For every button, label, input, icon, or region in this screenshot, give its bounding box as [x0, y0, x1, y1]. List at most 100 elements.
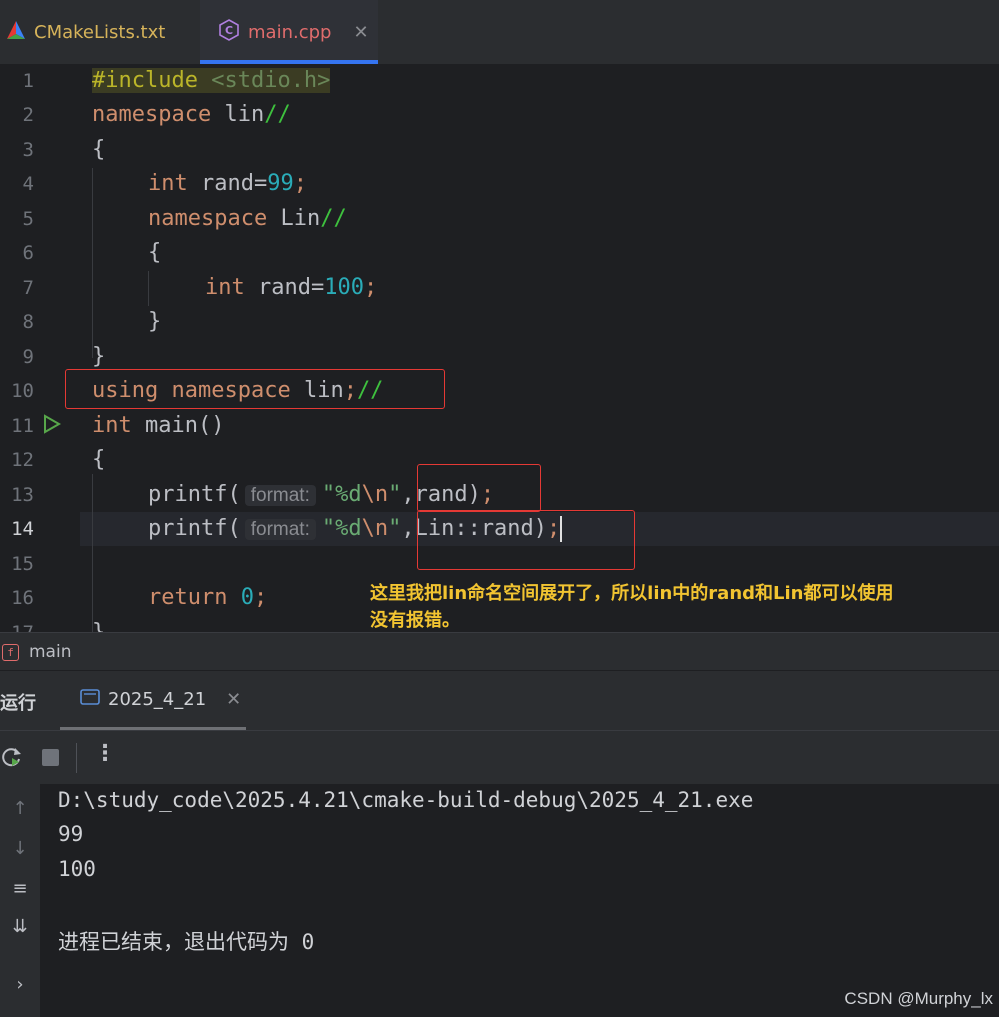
tab-label: main.cpp	[248, 21, 332, 43]
scroll-up-icon[interactable]: ↑	[0, 798, 40, 819]
escape-sequence: \n	[361, 482, 389, 507]
scroll-to-end-icon[interactable]: ⇊	[0, 916, 40, 937]
code-line-12: {	[92, 447, 106, 472]
parameter-hint: format:	[244, 485, 316, 506]
code-editor[interactable]: 1 2 3 4 5 6 7 8 9 10 11 12 13 14 15 16 1…	[0, 64, 999, 632]
code-line-3: {	[92, 137, 106, 162]
semicolon: ;	[293, 171, 307, 196]
identifier: Lin	[267, 206, 321, 231]
line-number: 11	[11, 415, 34, 437]
console-output[interactable]: D:\study_code\2025.4.21\cmake-build-debu…	[40, 784, 999, 1017]
toolbar-divider	[76, 743, 77, 773]
console-line: D:\study_code\2025.4.21\cmake-build-debu…	[58, 788, 754, 812]
function-icon: f	[2, 643, 19, 661]
code-line-8: }	[148, 309, 162, 334]
close-icon[interactable]: ✕	[353, 22, 368, 43]
string-literal: "	[388, 482, 402, 507]
soft-wrap-icon[interactable]: ≡	[0, 878, 40, 899]
keyword: namespace	[148, 206, 268, 231]
number-literal: 99	[267, 171, 294, 196]
highlight-box-lin-rand	[417, 510, 635, 570]
indent-guide	[92, 168, 93, 358]
code-line-17: }	[92, 616, 105, 632]
editor-tab-bar: CMakeLists.txt C main.cpp ✕	[0, 0, 999, 65]
line-number: 2	[22, 104, 34, 126]
line-number: 7	[22, 277, 34, 299]
close-icon[interactable]: ✕	[226, 689, 241, 710]
line-number: 1	[22, 70, 34, 92]
line-number: 9	[22, 346, 34, 368]
stop-icon[interactable]	[42, 749, 59, 766]
line-number: 15	[11, 553, 34, 575]
keyword: int	[148, 171, 188, 196]
run-panel-title: 运行	[0, 693, 36, 714]
line-number-current: 14	[11, 518, 34, 540]
console-line: 100	[58, 857, 96, 881]
function-call: printf(	[148, 482, 241, 507]
code-line-7: int rand=100;	[205, 271, 377, 305]
annotation-line: 没有报错。	[370, 610, 460, 631]
code-line-2: namespace lin//	[92, 98, 291, 132]
semicolon: ;	[363, 275, 378, 300]
run-tab-label: 2025_4_21	[108, 689, 207, 710]
more-options-icon[interactable]: ⋮	[94, 741, 116, 766]
terminal-icon	[80, 689, 100, 710]
run-panel-header: 运行 2025_4_21 ✕	[0, 670, 999, 731]
cpp-file-icon: C	[218, 18, 240, 46]
line-number: 16	[11, 587, 34, 609]
highlight-box-rand	[417, 464, 541, 512]
rerun-icon[interactable]	[0, 745, 24, 773]
line-number: 6	[22, 242, 34, 264]
keyword: namespace	[92, 102, 212, 127]
run-tab[interactable]: 2025_4_21 ✕	[80, 689, 241, 710]
line-number: 13	[11, 484, 34, 506]
line-number: 5	[22, 208, 34, 230]
keyword: int	[92, 413, 132, 438]
preprocessor-directive: #include	[92, 68, 212, 93]
keyword: int	[205, 275, 245, 300]
semicolon: ;	[253, 585, 268, 610]
console-line: 进程已结束，退出代码为 0	[58, 930, 315, 954]
console-line: 99	[58, 822, 84, 846]
annotation-note: 这里我把lin命名空间展开了，所以lin中的rand和Lin都可以使用 没有报错…	[370, 580, 990, 632]
expand-icon[interactable]: ›	[0, 974, 40, 995]
svg-text:C: C	[225, 24, 233, 37]
indent-guide	[148, 271, 149, 306]
indent-guide	[92, 474, 93, 632]
number-literal: 100	[324, 275, 364, 300]
watermark: CSDN @Murphy_lx	[844, 989, 993, 1008]
breadcrumb-item-main[interactable]: main	[29, 642, 71, 662]
number-literal: 0	[227, 585, 254, 610]
function-call: printf(	[148, 516, 241, 541]
string-literal: "%d	[321, 516, 362, 541]
include-header: <stdio.h>	[211, 68, 331, 93]
line-number: 4	[22, 173, 34, 195]
code-line-5: namespace Lin//	[148, 202, 347, 236]
code-line-6: {	[148, 240, 162, 265]
identifier: rand=	[187, 171, 268, 196]
console-side-toolbar: ↑ ↓ ≡ ⇊ ›	[0, 784, 41, 1017]
tab-cmakelists[interactable]: CMakeLists.txt	[0, 0, 198, 64]
tab-main-cpp[interactable]: C main.cpp ✕	[200, 0, 378, 64]
code-line-16: return 0;	[148, 581, 267, 615]
code-line-1: #include <stdio.h>	[92, 64, 331, 98]
run-gutter-icon[interactable]	[42, 414, 62, 438]
line-number: 8	[22, 311, 34, 333]
escape-sequence: \n	[361, 516, 389, 541]
keyword: return	[148, 585, 228, 610]
cmake-icon	[6, 20, 26, 45]
scroll-down-icon[interactable]: ↓	[0, 838, 40, 859]
line-number: 3	[22, 139, 34, 161]
tab-label: CMakeLists.txt	[34, 21, 166, 43]
comment: //	[320, 206, 347, 231]
string-literal: "	[388, 516, 402, 541]
code-line-11: int main()	[92, 409, 224, 443]
line-number: 17	[0, 622, 34, 632]
identifier: main()	[131, 413, 225, 438]
identifier: rand=	[244, 275, 325, 300]
highlight-box-using-namespace	[65, 369, 445, 409]
breadcrumb: f main	[0, 632, 999, 671]
run-toolbar: ⋮	[0, 730, 999, 785]
identifier: lin	[211, 102, 265, 127]
line-number: 10	[11, 380, 34, 402]
